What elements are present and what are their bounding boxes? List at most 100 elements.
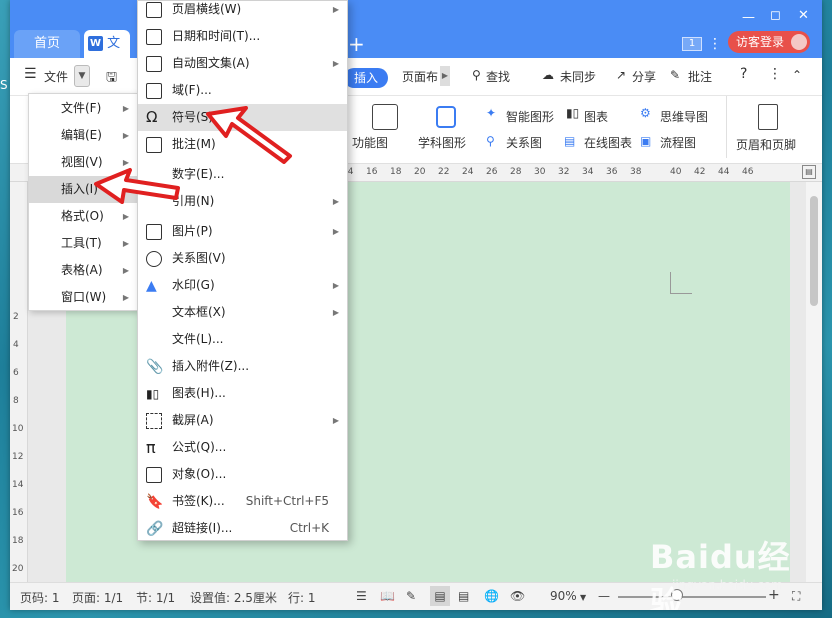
menu-item-picture[interactable]: 图片(P) ▶ xyxy=(138,218,347,245)
menu-item-date-time[interactable]: 日期和时间(T)... xyxy=(138,23,347,50)
menu-item-header-line[interactable]: 页眉横线(W) ▶ xyxy=(138,0,347,23)
ruler-tick: 20 xyxy=(414,167,426,177)
header-footer-icon[interactable] xyxy=(758,104,778,130)
menu-item-chart[interactable]: ▮▯ 图表(H)... xyxy=(138,380,347,407)
zoom-out-button[interactable]: — xyxy=(598,589,610,603)
ribbon-chart[interactable]: 图表 xyxy=(584,108,608,125)
menu-item-watermark[interactable]: ▲ 水印(G) ▶ xyxy=(138,272,347,299)
help-button[interactable]: ? xyxy=(740,66,747,82)
window-count-badge[interactable]: 1 xyxy=(682,37,702,51)
search-label[interactable]: 查找 xyxy=(486,68,510,85)
vertical-ruler: 2 4 6 8 10 12 14 16 18 20 xyxy=(10,182,28,582)
menu-item-screenshot[interactable]: 截屏(A) ▶ xyxy=(138,407,347,434)
menu-item-textbox[interactable]: 文本框(X) ▶ xyxy=(138,299,347,326)
menu-item-file[interactable]: 文件(F) ▶ xyxy=(29,95,137,122)
ribbon-header-footer[interactable]: 页眉和页脚 xyxy=(736,136,796,153)
scrollbar-thumb[interactable] xyxy=(810,196,818,306)
menu-item-autotext[interactable]: 自动图文集(A) ▶ xyxy=(138,50,347,77)
tab-home[interactable]: 首页 xyxy=(14,30,80,58)
ruler-toggle-icon[interactable]: ▤ xyxy=(802,165,816,179)
ribbon-online-chart[interactable]: 在线图表 xyxy=(584,134,632,151)
chevron-right-icon: ▶ xyxy=(122,293,129,302)
ribbon-function-chart[interactable]: 功能图 xyxy=(352,134,388,151)
status-pages[interactable]: 页面: 1/1 xyxy=(72,589,123,606)
mind-map-icon[interactable]: ⚙ xyxy=(640,106,651,120)
flowchart-icon[interactable]: ▣ xyxy=(640,134,651,148)
function-chart-icon[interactable] xyxy=(372,104,398,130)
ribbon-subject-shape[interactable]: 学科图形 xyxy=(418,134,466,151)
bookmark-icon: 🔖 xyxy=(146,494,164,510)
zoom-dropdown-icon[interactable]: ▼ xyxy=(580,593,586,602)
globe-icon[interactable]: 🌐 xyxy=(484,589,499,603)
menu-item-label: 文本框(X) xyxy=(172,305,226,319)
reading-view-icon[interactable]: 📖 xyxy=(380,589,395,603)
menu-item-object[interactable]: 对象(O)... xyxy=(138,461,347,488)
more-options-icon[interactable]: ⋮ xyxy=(768,66,782,82)
menu-item-field[interactable]: 域(F)... xyxy=(138,77,347,104)
web-layout-icon[interactable]: ▤ xyxy=(458,589,469,603)
status-setting[interactable]: 设置值: 2.5厘米 xyxy=(190,589,277,606)
menu-item-label: 日期和时间(T)... xyxy=(172,29,261,43)
subject-shape-icon[interactable] xyxy=(436,106,456,128)
login-button[interactable]: 访客登录 xyxy=(728,31,810,53)
status-row[interactable]: 行: 1 xyxy=(288,589,316,606)
tab-document[interactable]: W 文 xyxy=(84,30,130,58)
collapse-ribbon-icon[interactable]: ⌃ xyxy=(792,68,802,82)
online-chart-icon[interactable]: ▤ xyxy=(564,134,575,148)
menu-item-formula[interactable]: π 公式(Q)... xyxy=(138,434,347,461)
outline-view-icon[interactable]: ☰ xyxy=(356,589,367,603)
relation-icon[interactable]: ⚲ xyxy=(486,134,495,148)
ribbon-relation[interactable]: 关系图 xyxy=(506,134,542,151)
menu-item-hyperlink[interactable]: 🔗 超链接(I)... Ctrl+K xyxy=(138,515,347,542)
menu-item-window[interactable]: 窗口(W) ▶ xyxy=(29,284,137,311)
menu-item-table[interactable]: 表格(A) ▶ xyxy=(29,257,137,284)
sync-status[interactable]: 未同步 xyxy=(560,68,596,85)
close-button[interactable]: ✕ xyxy=(798,8,809,23)
tab-insert[interactable]: 插入 xyxy=(344,68,388,88)
menu-item-relation[interactable]: 关系图(V) xyxy=(138,245,347,272)
eye-protection-icon[interactable]: 👁 xyxy=(510,589,525,603)
menu-item-file[interactable]: 文件(L)... xyxy=(138,326,347,353)
ribbon-smart-art[interactable]: 智能图形 xyxy=(506,108,554,125)
cloud-sync-icon[interactable]: ☁ xyxy=(542,68,554,82)
page-view-icon[interactable]: ▤ xyxy=(430,586,450,606)
chevron-right-icon: ▶ xyxy=(122,131,129,140)
smart-art-icon[interactable]: ✦ xyxy=(486,106,496,120)
shortcut-label: Shift+Ctrl+F5 xyxy=(245,494,329,508)
ruler-tick: 34 xyxy=(582,167,594,177)
minimize-button[interactable]: — xyxy=(742,10,755,25)
chevron-right-icon: ▶ xyxy=(332,308,339,317)
share-button[interactable]: 分享 xyxy=(632,68,656,85)
chart-icon[interactable]: ▮▯ xyxy=(566,106,579,120)
hamburger-icon[interactable]: ☰ xyxy=(24,66,37,82)
ruler-tick: 28 xyxy=(510,167,522,177)
status-section[interactable]: 节: 1/1 xyxy=(136,589,175,606)
write-mode-icon[interactable]: ✎ xyxy=(406,589,416,603)
share-icon[interactable]: ↗ xyxy=(616,68,626,82)
zoom-level[interactable]: 90% xyxy=(550,589,577,603)
ribbon-mind-map[interactable]: 思维导图 xyxy=(660,108,708,125)
ruler-tick: 44 xyxy=(718,167,730,177)
comment-icon[interactable]: ✎ xyxy=(670,68,680,82)
menu-item-attachment[interactable]: 📎 插入附件(Z)... xyxy=(138,353,347,380)
attachment-icon: 📎 xyxy=(146,359,164,375)
page-layout-tab[interactable]: 页面布 xyxy=(402,68,438,85)
annotation-arrow-symbol xyxy=(206,106,292,164)
tab-scroll-right-icon[interactable]: ▶ xyxy=(440,66,450,86)
menu-item-label: 插入附件(Z)... xyxy=(172,359,250,373)
search-icon[interactable]: ⚲ xyxy=(472,68,481,82)
file-menu-label[interactable]: 文件 xyxy=(44,68,68,85)
more-icon[interactable]: ⋮ xyxy=(708,36,722,52)
status-page-code[interactable]: 页码: 1 xyxy=(20,589,60,606)
menu-item-edit[interactable]: 编辑(E) ▶ xyxy=(29,122,137,149)
picture-icon xyxy=(146,224,162,240)
maximize-button[interactable]: ◻ xyxy=(770,8,781,23)
ribbon-flowchart[interactable]: 流程图 xyxy=(660,134,696,151)
file-dropdown-button[interactable]: ▼ xyxy=(74,65,90,87)
menu-item-tools[interactable]: 工具(T) ▶ xyxy=(29,230,137,257)
menu-item-bookmark[interactable]: 🔖 书签(K)... Shift+Ctrl+F5 xyxy=(138,488,347,515)
save-icon[interactable]: 🖫 xyxy=(106,68,117,90)
new-tab-button[interactable]: + xyxy=(348,32,365,56)
tab-document-label: 文 xyxy=(107,36,121,51)
comment-button[interactable]: 批注 xyxy=(688,68,712,85)
